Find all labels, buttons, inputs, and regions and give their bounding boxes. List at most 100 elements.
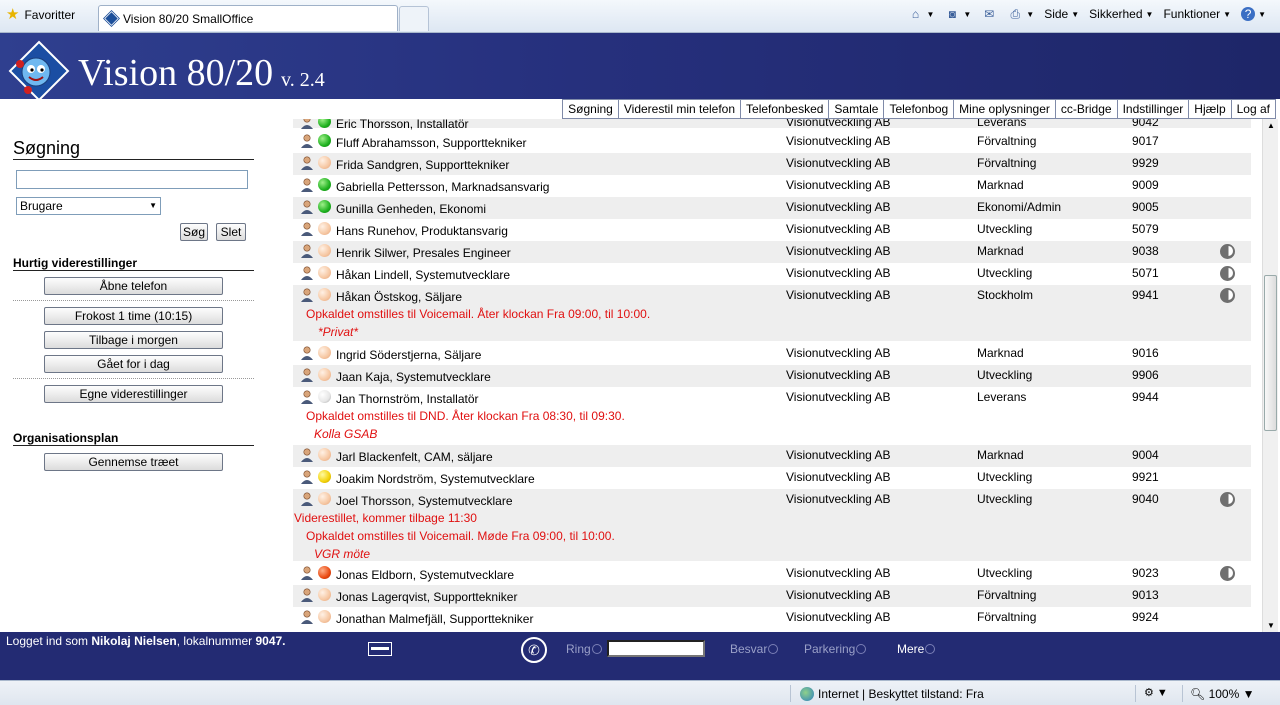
settings-icon[interactable]: ⚙ ▼	[1144, 686, 1168, 699]
page-menu[interactable]: Side ▼	[1044, 7, 1079, 21]
table-row[interactable]: Gunilla Genheden, Ekonomi Visionutvecklin…	[293, 197, 1251, 219]
table-row[interactable]: Jonas Eldborn, Systemutvecklare Visionutv…	[293, 563, 1251, 585]
search-type-select[interactable]: Brugare ▼	[16, 197, 161, 215]
new-tab-button[interactable]	[399, 6, 429, 31]
table-row[interactable]: Joel Thorsson, Systemutvecklare Visionutv…	[293, 489, 1251, 561]
contact-name[interactable]: Jonas Eldborn, Systemutvecklare	[336, 568, 514, 582]
tab-5[interactable]: Mine oplysninger	[953, 99, 1055, 119]
tab-9[interactable]: Log af	[1230, 99, 1276, 119]
tab-3[interactable]: Samtale	[828, 99, 884, 119]
favorites-button[interactable]: ★ Favoritter	[6, 7, 75, 22]
moon-icon[interactable]	[1220, 288, 1235, 303]
contact-name[interactable]: Joel Thorsson, Systemutvecklare	[336, 494, 513, 508]
moon-icon[interactable]	[1220, 566, 1235, 581]
table-row[interactable]: Jarl Blackenfelt, CAM, säljare Visionutve…	[293, 445, 1251, 467]
contact-name[interactable]: Jonas Lagerqvist, Supporttekniker	[336, 590, 517, 604]
contact-name[interactable]: Hans Runehov, Produktansvarig	[336, 224, 508, 238]
tab-2[interactable]: Telefonbesked	[740, 99, 829, 119]
contact-name[interactable]: Håkan Lindell, Systemutvecklare	[336, 268, 510, 282]
contact-extension[interactable]: 9016	[1132, 346, 1159, 360]
back-tomorrow-button[interactable]: Tilbage i morgen	[44, 331, 223, 349]
moon-icon[interactable]	[1220, 244, 1235, 259]
contact-name[interactable]: Ingrid Söderstjerna, Säljare	[336, 348, 481, 362]
contact-name[interactable]: Frida Sandgren, Supporttekniker	[336, 158, 509, 172]
own-forwards-button[interactable]: Egne viderestillinger	[44, 385, 223, 403]
table-row[interactable]: Fluff Abrahamsson, Supporttekniker Vision…	[293, 131, 1251, 153]
browser-tab[interactable]: Vision 80/20 SmallOffice	[98, 5, 398, 31]
contact-extension[interactable]: 9005	[1132, 200, 1159, 214]
contact-name[interactable]: Gunilla Genheden, Ekonomi	[336, 202, 486, 216]
gone-for-day-button[interactable]: Gået for i dag	[44, 355, 223, 373]
table-row[interactable]: Jaan Kaja, Systemutvecklare Visionutveckl…	[293, 365, 1251, 387]
contact-name[interactable]: Jan Thornström, Installatör	[336, 392, 479, 406]
table-row[interactable]: Håkan Lindell, Systemutvecklare Visionutv…	[293, 263, 1251, 285]
home-button[interactable]: ⌂ ▼	[907, 7, 935, 21]
scrollbar[interactable]: ▲ ▼	[1262, 119, 1278, 632]
dial-input[interactable]	[607, 640, 705, 657]
tab-6[interactable]: cc-Bridge	[1054, 99, 1117, 119]
browse-tree-button[interactable]: Gennemse træet	[44, 453, 223, 471]
search-input[interactable]	[16, 170, 248, 189]
contact-extension[interactable]: 9924	[1132, 610, 1159, 624]
contact-name[interactable]: Henrik Silwer, Presales Engineer	[336, 246, 511, 260]
contact-extension[interactable]: 9929	[1132, 156, 1159, 170]
phone-icon[interactable]: ✆	[521, 637, 547, 663]
contact-extension[interactable]: 9038	[1132, 244, 1159, 258]
contact-name[interactable]: Gabriella Pettersson, Marknadsansvarig	[336, 180, 549, 194]
security-menu[interactable]: Sikkerhed ▼	[1089, 7, 1153, 21]
tab-4[interactable]: Telefonbog	[883, 99, 954, 119]
table-row[interactable]: Hans Runehov, Produktansvarig Visionutvec…	[293, 219, 1251, 241]
table-row[interactable]: Jonathan Malmefjäll, Supporttekniker Visi…	[293, 607, 1251, 629]
contact-extension[interactable]: 9941	[1132, 288, 1159, 302]
contact-name[interactable]: Fluff Abrahamsson, Supporttekniker	[336, 136, 527, 150]
contact-extension[interactable]: 9004	[1132, 448, 1159, 462]
feeds-button[interactable]: ◙ ▼	[944, 7, 972, 21]
more-button[interactable]: Mere	[897, 642, 936, 656]
open-phone-button[interactable]: Åbne telefon	[44, 277, 223, 295]
moon-icon[interactable]	[1220, 266, 1235, 281]
table-row[interactable]: Ingrid Söderstjerna, Säljare Visionutveck…	[293, 343, 1251, 365]
contact-name[interactable]: Jaan Kaja, Systemutvecklare	[336, 370, 491, 384]
zoom-control[interactable]: 🔍︎ 100% ▼	[1190, 687, 1255, 701]
scroll-up-icon[interactable]: ▲	[1267, 121, 1275, 130]
clear-button[interactable]: Slet	[216, 223, 246, 241]
contact-name[interactable]: Håkan Östskog, Säljare	[336, 290, 462, 304]
lunch-button[interactable]: Frokost 1 time (10:15)	[44, 307, 223, 325]
table-row[interactable]: Henrik Silwer, Presales Engineer Visionut…	[293, 241, 1251, 263]
scroll-down-icon[interactable]: ▼	[1267, 621, 1275, 630]
contact-extension[interactable]: 9906	[1132, 368, 1159, 382]
contact-extension[interactable]: 9013	[1132, 588, 1159, 602]
answer-button[interactable]: Besvar	[730, 642, 779, 656]
functions-menu[interactable]: Funktioner ▼	[1163, 7, 1231, 21]
contact-name[interactable]: Eric Thorsson, Installatör	[336, 119, 469, 131]
mail-button[interactable]: ✉	[981, 7, 997, 21]
window-icon[interactable]	[368, 642, 392, 656]
contact-extension[interactable]: 9017	[1132, 134, 1159, 148]
contact-extension[interactable]: 9921	[1132, 470, 1159, 484]
contact-extension[interactable]: 9040	[1132, 492, 1159, 506]
contact-extension[interactable]: 9023	[1132, 566, 1159, 580]
tab-1[interactable]: Viderestil min telefon	[617, 99, 741, 119]
security-zone[interactable]: Internet | Beskyttet tilstand: Fra	[800, 687, 984, 701]
contact-extension[interactable]: 5071	[1132, 266, 1159, 280]
table-row[interactable]: Eric Thorsson, Installatör Visionutveckli…	[293, 119, 1251, 131]
tab-7[interactable]: Indstillinger	[1116, 99, 1189, 119]
contact-name[interactable]: Joakim Nordström, Systemutvecklare	[336, 472, 535, 486]
table-row[interactable]: Frida Sandgren, Supporttekniker Visionutv…	[293, 153, 1251, 175]
tab-0[interactable]: Søgning	[562, 99, 618, 119]
contact-extension[interactable]: 5079	[1132, 222, 1159, 236]
table-row[interactable]: Jonas Lagerqvist, Supporttekniker Visionu…	[293, 585, 1251, 607]
table-row[interactable]: Joakim Nordström, Systemutvecklare Vision…	[293, 467, 1251, 489]
ring-button[interactable]: Ring	[566, 642, 602, 656]
table-row[interactable]: Gabriella Pettersson, Marknadsansvarig Vi…	[293, 175, 1251, 197]
contact-extension[interactable]: 9042	[1132, 119, 1159, 129]
tab-8[interactable]: Hjælp	[1188, 99, 1231, 119]
park-button[interactable]: Parkering	[804, 642, 867, 656]
search-button[interactable]: Søg	[180, 223, 208, 241]
contact-name[interactable]: Jarl Blackenfelt, CAM, säljare	[336, 450, 493, 464]
contact-extension[interactable]: 9944	[1132, 390, 1159, 404]
print-button[interactable]: ⎙ ▼	[1007, 7, 1034, 21]
contact-extension[interactable]: 9009	[1132, 178, 1159, 192]
help-button[interactable]: ? ▼	[1241, 7, 1266, 21]
contact-name[interactable]: Jonathan Malmefjäll, Supporttekniker	[336, 612, 533, 626]
